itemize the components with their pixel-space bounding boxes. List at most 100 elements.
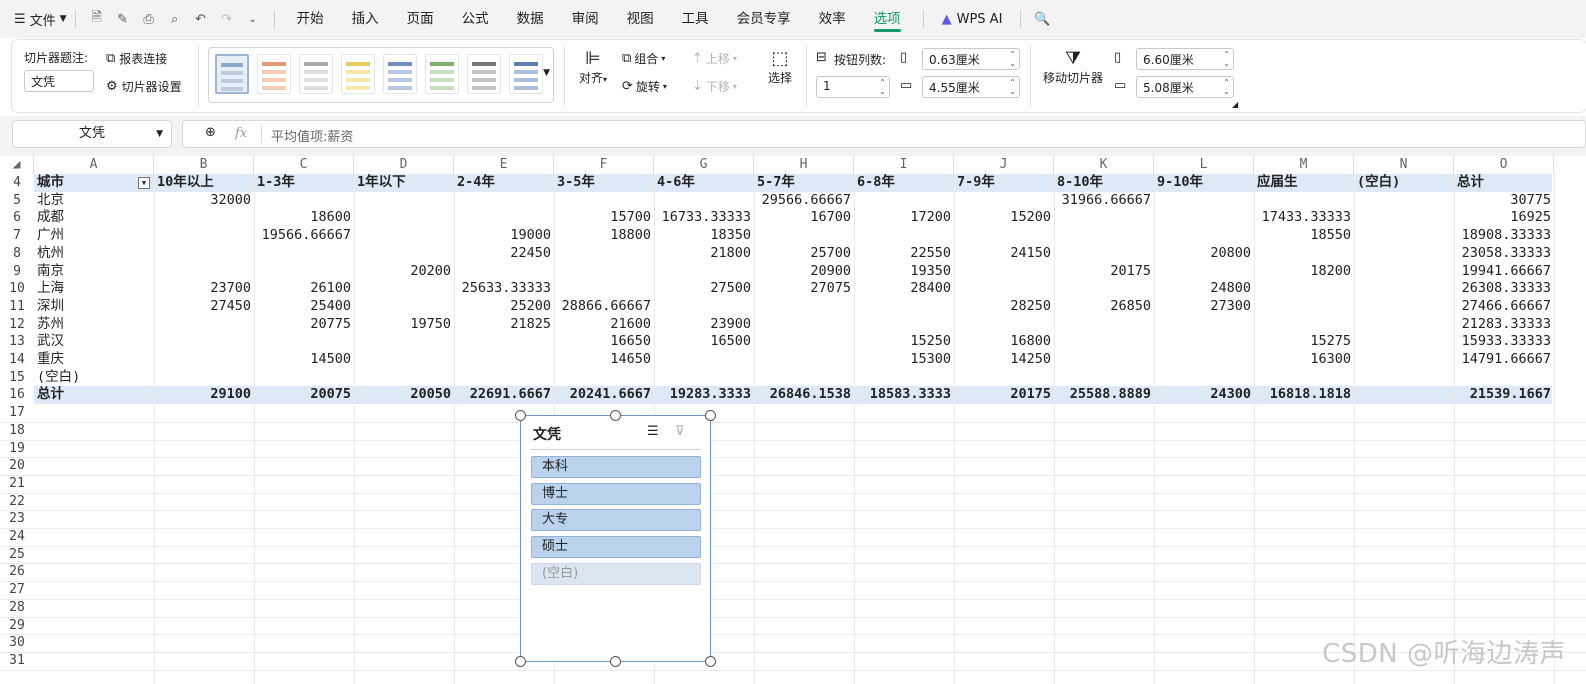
row-number[interactable]: 9: [0, 263, 34, 281]
cell-G[interactable]: 19283.3333: [654, 386, 754, 404]
cell-I[interactable]: [854, 227, 954, 245]
cell-D[interactable]: 19750: [354, 316, 454, 334]
cell-N[interactable]: [1354, 263, 1454, 281]
style-swatch[interactable]: [215, 54, 249, 94]
cell-B[interactable]: 27450: [154, 298, 254, 316]
undo-icon[interactable]: ↶: [188, 6, 214, 32]
row-number[interactable]: 5: [0, 192, 34, 210]
tab-4[interactable]: 数据: [503, 0, 558, 38]
select-button[interactable]: ⬚ 选择: [762, 48, 798, 86]
cell-H[interactable]: [754, 227, 854, 245]
cell-O[interactable]: 15933.33333: [1454, 333, 1554, 351]
resize-handle[interactable]: [705, 656, 716, 667]
row-number[interactable]: 13: [0, 333, 34, 351]
cell-B[interactable]: 32000: [154, 192, 254, 210]
row-number[interactable]: 15: [0, 369, 34, 387]
resize-handle[interactable]: [515, 656, 526, 667]
cell-H[interactable]: [754, 316, 854, 334]
cell-A[interactable]: 深圳: [34, 298, 154, 316]
cell-K[interactable]: [1054, 316, 1154, 334]
cell-B[interactable]: [154, 333, 254, 351]
chevron-down-icon[interactable]: ▼: [156, 121, 163, 147]
cell-E[interactable]: 2-4年: [454, 174, 554, 192]
cell-B[interactable]: 29100: [154, 386, 254, 404]
caption-input[interactable]: 文凭: [24, 70, 94, 92]
cell-D[interactable]: [354, 209, 454, 227]
search-icon[interactable]: 🔍: [1029, 6, 1055, 32]
tab-1[interactable]: 插入: [338, 0, 393, 38]
cell-A[interactable]: 成都: [34, 209, 154, 227]
cell-A[interactable]: 重庆: [34, 351, 154, 369]
cell-F[interactable]: 28866.66667: [554, 298, 654, 316]
slicer-item[interactable]: 博士: [531, 482, 701, 505]
cell-L[interactable]: 24800: [1154, 280, 1254, 298]
cell-A[interactable]: (空白): [34, 369, 154, 387]
redo-icon[interactable]: ↷: [214, 6, 240, 32]
cell-L[interactable]: [1154, 227, 1254, 245]
button-height-input[interactable]: 0.63厘米 ⌃ ⌄: [922, 48, 1020, 70]
row-number[interactable]: 24: [0, 528, 34, 546]
style-swatch[interactable]: [341, 54, 375, 94]
cell-E[interactable]: 22691.6667: [454, 386, 554, 404]
cell-F[interactable]: [554, 192, 654, 210]
cell-B[interactable]: 23700: [154, 280, 254, 298]
cell-K[interactable]: [1054, 209, 1154, 227]
gallery-expand-icon[interactable]: ▼: [543, 68, 550, 78]
rotate-button[interactable]: ⟳ 旋转 ▾: [622, 78, 667, 95]
column-header[interactable]: F: [554, 156, 654, 174]
cell-J[interactable]: 28250: [954, 298, 1054, 316]
spinner-icon[interactable]: ⌃ ⌄: [1009, 78, 1016, 96]
column-header[interactable]: D: [354, 156, 454, 174]
cell-H[interactable]: 5-7年: [754, 174, 854, 192]
cell-J[interactable]: 20175: [954, 386, 1054, 404]
row-number[interactable]: 4: [0, 174, 34, 192]
cell-A[interactable]: 苏州: [34, 316, 154, 334]
cell-H[interactable]: 25700: [754, 245, 854, 263]
report-connections-button[interactable]: ⧉ 报表连接: [106, 50, 167, 67]
row-number[interactable]: 21: [0, 475, 34, 493]
cell-J[interactable]: [954, 263, 1054, 281]
cell-M[interactable]: [1254, 316, 1354, 334]
cell-A[interactable]: 杭州: [34, 245, 154, 263]
button-columns-input[interactable]: 1 ⌃ ⌄: [816, 76, 890, 98]
cell-K[interactable]: [1054, 333, 1154, 351]
cell-O[interactable]: 30775: [1454, 192, 1554, 210]
row-number[interactable]: 16: [0, 386, 34, 404]
slicer-height-input[interactable]: 6.60厘米 ⌃ ⌄: [1136, 48, 1234, 70]
cell-B[interactable]: [154, 209, 254, 227]
cell-A[interactable]: 广州: [34, 227, 154, 245]
bring-forward-button[interactable]: ⇡ 上移 ▾: [692, 50, 737, 67]
cell-E[interactable]: [454, 351, 554, 369]
cell-A[interactable]: 上海: [34, 280, 154, 298]
column-header[interactable]: J: [954, 156, 1054, 174]
cell-F[interactable]: [554, 369, 654, 387]
cell-A[interactable]: 北京: [34, 192, 154, 210]
cell-A[interactable]: 武汉: [34, 333, 154, 351]
align-button[interactable]: ⊫ 对齐▾: [576, 48, 610, 86]
cell-H[interactable]: [754, 369, 854, 387]
cell-O[interactable]: 16925: [1454, 209, 1554, 227]
cell-M[interactable]: [1254, 280, 1354, 298]
cell-N[interactable]: [1354, 386, 1454, 404]
wps-ai-button[interactable]: ▲ WPS AI: [932, 12, 1013, 27]
tab-3[interactable]: 公式: [448, 0, 503, 38]
cell-G[interactable]: [654, 298, 754, 316]
cell-O[interactable]: 18908.33333: [1454, 227, 1554, 245]
cell-E[interactable]: 21825: [454, 316, 554, 334]
tab-7[interactable]: 工具: [668, 0, 723, 38]
cell-M[interactable]: 18550: [1254, 227, 1354, 245]
cell-L[interactable]: [1154, 351, 1254, 369]
cell-J[interactable]: 15200: [954, 209, 1054, 227]
cell-L[interactable]: 24300: [1154, 386, 1254, 404]
cell-H[interactable]: 16700: [754, 209, 854, 227]
tab-9[interactable]: 效率: [805, 0, 860, 38]
cell-I[interactable]: [854, 298, 954, 316]
row-number[interactable]: 30: [0, 634, 34, 652]
style-swatch[interactable]: [509, 54, 543, 94]
cell-F[interactable]: 20241.6667: [554, 386, 654, 404]
cell-K[interactable]: [1054, 227, 1154, 245]
cell-A[interactable]: 总计: [34, 386, 154, 404]
cell-M[interactable]: 应届生: [1254, 174, 1354, 192]
cell-O[interactable]: [1454, 369, 1554, 387]
row-number[interactable]: 18: [0, 422, 34, 440]
